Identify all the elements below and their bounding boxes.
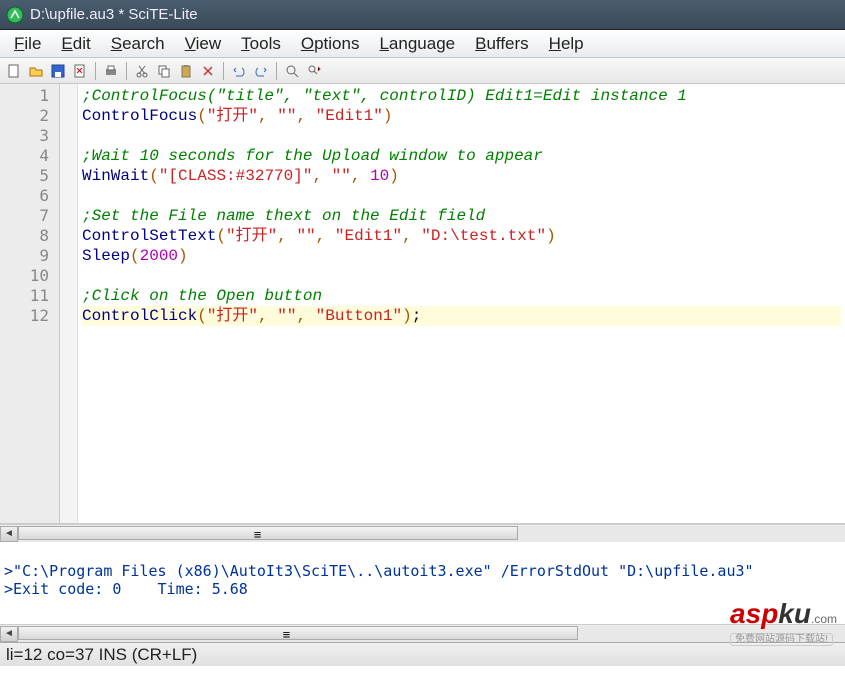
line-number: 2 [0, 106, 49, 126]
menu-options[interactable]: Options [291, 32, 370, 56]
code-editor[interactable]: ;ControlFocus("title", "text", controlID… [78, 84, 845, 523]
print-icon[interactable] [101, 61, 121, 81]
line-number: 8 [0, 226, 49, 246]
scroll-track[interactable]: ≡ [18, 526, 845, 542]
code-line[interactable]: WinWait("[CLASS:#32770]", "", 10) [82, 166, 841, 186]
window-title: D:\upfile.au3 * SciTE-Lite [30, 6, 198, 23]
code-line[interactable]: ControlSetText("打开", "", "Edit1", "D:\te… [82, 226, 841, 246]
line-number: 11 [0, 286, 49, 306]
editor-pane: 123456789101112 ;ControlFocus("title", "… [0, 84, 845, 524]
close-file-icon[interactable] [70, 61, 90, 81]
menu-help[interactable]: Help [539, 32, 594, 56]
separator [223, 62, 224, 80]
toolbar [0, 58, 845, 84]
line-number: 7 [0, 206, 49, 226]
watermark-text-1: asp [730, 598, 778, 629]
code-line[interactable]: ControlClick("打开", "", "Button1"); [82, 306, 841, 326]
copy-icon[interactable] [154, 61, 174, 81]
status-bar: li=12 co=37 INS (CR+LF) [0, 642, 845, 666]
watermark-ext: .com [811, 612, 837, 626]
menu-edit[interactable]: Edit [51, 32, 100, 56]
code-line[interactable]: Sleep(2000) [82, 246, 841, 266]
menu-tools[interactable]: Tools [231, 32, 291, 56]
line-number: 10 [0, 266, 49, 286]
code-line[interactable]: ;Wait 10 seconds for the Upload window t… [82, 146, 841, 166]
menu-language[interactable]: Language [369, 32, 465, 56]
menu-view[interactable]: View [175, 32, 232, 56]
menu-search[interactable]: Search [101, 32, 175, 56]
line-number: 1 [0, 86, 49, 106]
separator [276, 62, 277, 80]
redo-icon[interactable] [251, 61, 271, 81]
output-horizontal-scrollbar[interactable]: ◄ ≡ [0, 624, 845, 642]
code-line[interactable]: ;Click on the Open button [82, 286, 841, 306]
find-icon[interactable] [282, 61, 302, 81]
code-line[interactable] [82, 266, 841, 286]
cut-icon[interactable] [132, 61, 152, 81]
line-number: 12 [0, 306, 49, 326]
status-text: li=12 co=37 INS (CR+LF) [6, 645, 197, 665]
separator [126, 62, 127, 80]
menu-bar: File Edit Search View Tools Options Lang… [0, 30, 845, 58]
scroll-track[interactable]: ≡ [18, 626, 845, 642]
output-line-1: >"C:\Program Files (x86)\AutoIt3\SciTE\.… [4, 562, 754, 580]
scroll-left-arrow[interactable]: ◄ [0, 526, 18, 542]
title-bar: D:\upfile.au3 * SciTE-Lite [0, 0, 845, 30]
line-number: 9 [0, 246, 49, 266]
replace-icon[interactable] [304, 61, 324, 81]
code-line[interactable]: ControlFocus("打开", "", "Edit1") [82, 106, 841, 126]
watermark-logo: aspku.com 免费网站源码下载站! [730, 598, 837, 645]
code-line[interactable]: ;Set the File name thext on the Edit fie… [82, 206, 841, 226]
open-folder-icon[interactable] [26, 61, 46, 81]
watermark-tagline: 免费网站源码下载站! [730, 633, 833, 646]
code-line[interactable] [82, 126, 841, 146]
new-file-icon[interactable] [4, 61, 24, 81]
menu-buffers[interactable]: Buffers [465, 32, 539, 56]
watermark-text-2: ku [778, 598, 811, 629]
line-number: 3 [0, 126, 49, 146]
editor-horizontal-scrollbar[interactable]: ◄ ≡ [0, 524, 845, 542]
menu-file[interactable]: File [4, 32, 51, 56]
fold-margin [60, 84, 78, 523]
undo-icon[interactable] [229, 61, 249, 81]
line-number: 6 [0, 186, 49, 206]
delete-icon[interactable] [198, 61, 218, 81]
line-number-gutter: 123456789101112 [0, 84, 60, 523]
app-icon [6, 6, 24, 24]
save-icon[interactable] [48, 61, 68, 81]
line-number: 4 [0, 146, 49, 166]
paste-icon[interactable] [176, 61, 196, 81]
separator [95, 62, 96, 80]
line-number: 5 [0, 166, 49, 186]
output-line-2: >Exit code: 0 Time: 5.68 [4, 580, 248, 598]
scroll-left-arrow[interactable]: ◄ [0, 626, 18, 642]
code-line[interactable]: ;ControlFocus("title", "text", controlID… [82, 86, 841, 106]
scroll-thumb[interactable]: ≡ [18, 626, 578, 640]
code-line[interactable] [82, 186, 841, 206]
output-pane[interactable]: >"C:\Program Files (x86)\AutoIt3\SciTE\.… [0, 542, 845, 624]
scroll-thumb[interactable]: ≡ [18, 526, 518, 540]
